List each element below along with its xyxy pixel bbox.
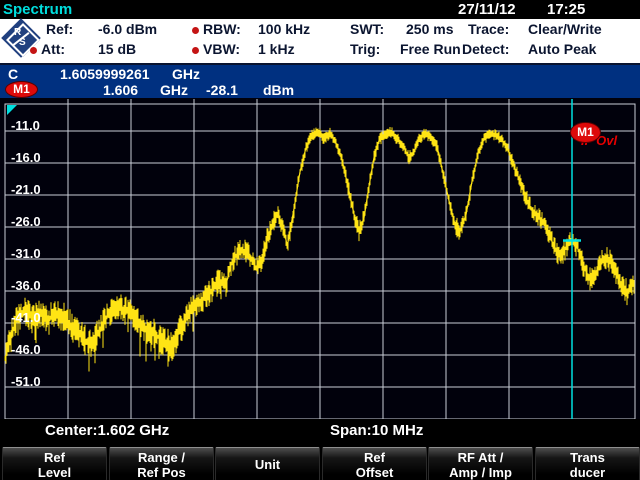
coupled-setting-dot-icon (192, 27, 199, 34)
marker-m1-graph-badge: M1 (570, 122, 601, 143)
coupled-setting-dot-icon (192, 47, 199, 54)
y-axis-label: -46.0 (11, 342, 41, 357)
softkey-ref-offset[interactable]: RefOffset (322, 447, 427, 480)
softkey-label-line: Ref (364, 450, 385, 465)
spectrum-analyzer-screen: Spectrum 27/11/12 17:25 R S Ref:-6.0 dBm… (0, 0, 640, 480)
date-label: 27/11/12 (458, 1, 516, 18)
marker-m1-level-unit: dBm (263, 82, 294, 98)
y-axis-label: -51.0 (11, 374, 41, 389)
setting-label: VBW: (203, 41, 240, 57)
setting-label: Ref: (46, 21, 73, 37)
setting-value: -6.0 dBm (98, 21, 157, 37)
setting-value: Clear/Write (528, 21, 602, 37)
y-axis-label: -31.0 (11, 246, 41, 261)
marker-m1-badge: M1 (5, 81, 38, 98)
softkey-label-line: Ref Pos (137, 465, 185, 480)
softkey-label-line: Offset (356, 465, 394, 480)
center-frequency-label: Center:1.602 GHz (45, 422, 169, 439)
coupled-setting-dot-icon (30, 47, 37, 54)
setting-label: RBW: (203, 21, 241, 37)
spectrum-graph: -11.0 -16.0 -21.0 -26.0 -31.0 -36.0 -41.0 -46.0… (0, 98, 640, 428)
setting-value: Auto Peak (528, 41, 596, 57)
y-axis-label: -16.0 (11, 150, 41, 165)
marker-m1-level: -28.1 (206, 82, 238, 98)
spectrum-plot-area (0, 98, 640, 433)
softkey-label-line: Trans (570, 450, 605, 465)
softkey-label-line: ducer (570, 465, 605, 480)
y-axis-label: -36.0 (11, 278, 41, 293)
setting-label: Detect: (462, 41, 509, 57)
y-axis-label: -26.0 (11, 214, 41, 229)
setting-value: 15 dB (98, 41, 136, 57)
setting-label: Trig: (350, 41, 380, 57)
time-label: 17:25 (547, 1, 585, 18)
softkey-label-line: Level (38, 465, 71, 480)
page-title: Spectrum (3, 1, 72, 18)
softkey-transducer[interactable]: Transducer (535, 447, 640, 480)
setting-label: Trace: (468, 21, 509, 37)
softkey-label-line: Amp / Imp (449, 465, 512, 480)
trace-start-triangle-icon (7, 105, 17, 115)
center-marker-value: 1.6059999261 (60, 66, 150, 82)
setting-value: 100 kHz (258, 21, 310, 37)
setting-value: Free Run (400, 41, 461, 57)
span-label: Span:10 MHz (330, 422, 423, 439)
y-axis-label: -21.0 (11, 182, 41, 197)
marker-m1-freq-unit: GHz (160, 82, 188, 98)
title-bar: Spectrum 27/11/12 17:25 (0, 0, 640, 19)
softkey-rf-att-amp-imp[interactable]: RF Att /Amp / Imp (428, 447, 533, 480)
y-axis-label: -41.0 (11, 310, 41, 325)
setting-value: 1 kHz (258, 41, 295, 57)
setting-value: 250 ms (406, 21, 453, 37)
softkey-range-ref-pos[interactable]: Range /Ref Pos (109, 447, 214, 480)
softkey-label-line: Range / (138, 450, 185, 465)
setting-label: SWT: (350, 21, 384, 37)
center-marker-unit: GHz (172, 66, 200, 82)
softkey-ref-level[interactable]: RefLevel (2, 447, 107, 480)
center-marker-label: C (8, 66, 18, 82)
marker-info-bar: C 1.6059999261 GHz M1 1.606 GHz -28.1 dB… (0, 65, 640, 98)
softkey-label-line: Unit (255, 457, 280, 472)
settings-header-panel: R S Ref:-6.0 dBmAtt:15 dBRBW:100 kHzVBW:… (0, 19, 640, 65)
marker-m1-freq: 1.606 (103, 82, 138, 98)
softkey-label-line: Ref (44, 450, 65, 465)
softkey-label-line: RF Att / (458, 450, 504, 465)
y-axis-label: -11.0 (11, 118, 40, 133)
frequency-info-bar: Center:1.602 GHz Span:10 MHz (0, 419, 640, 444)
softkey-unit[interactable]: Unit (215, 447, 320, 480)
setting-label: Att: (41, 41, 65, 57)
